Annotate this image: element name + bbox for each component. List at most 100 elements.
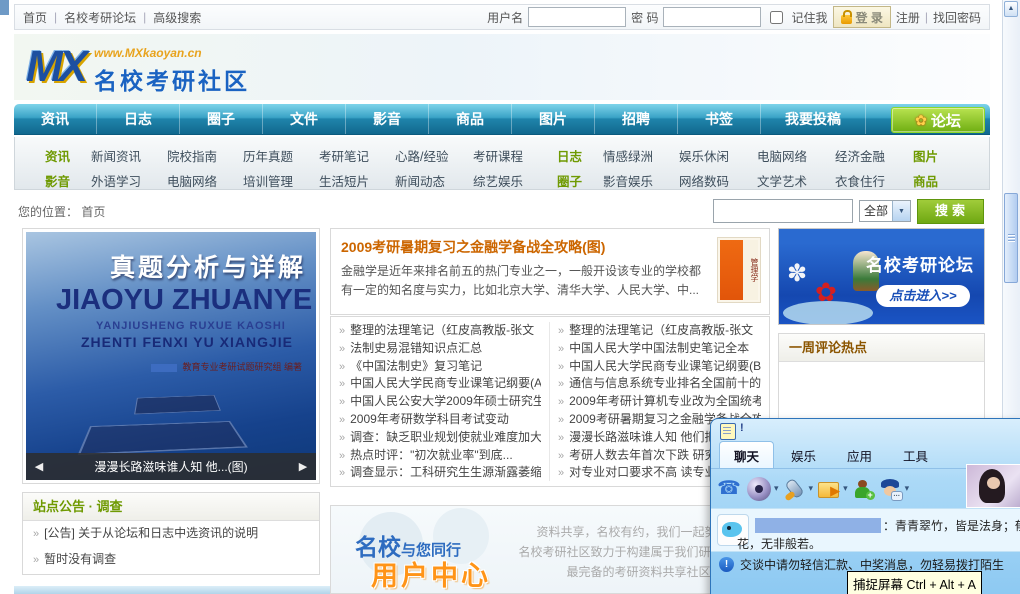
contact-photo[interactable]: [966, 464, 1020, 508]
register-link[interactable]: 注册: [896, 9, 920, 26]
news-link[interactable]: 通信与信息系统专业排名全国前十的: [569, 376, 761, 390]
voice-call-icon[interactable]: ☎: [717, 477, 741, 501]
password-input[interactable]: [663, 7, 762, 27]
tab-tools[interactable]: 工具: [889, 442, 942, 468]
subnav-link[interactable]: 文学艺术: [757, 171, 835, 190]
site-logo[interactable]: MX www.MXkaoyan.cn 名校考研社区: [26, 40, 250, 96]
news-link[interactable]: 中国人民公安大学2009年硕士研究生: [350, 394, 541, 408]
featured-article-title[interactable]: 2009考研暑期复习之金融学备战全攻略(图): [341, 237, 759, 257]
search-button[interactable]: 搜索: [917, 198, 984, 224]
topbar-link-forum[interactable]: 名校考研论坛: [64, 9, 136, 26]
user-center-banner[interactable]: 名校与您同行 用户中心 资料共享，名校有约，我们一起努力！ 名校考研社区致力于构…: [330, 505, 770, 594]
news-link[interactable]: 2009年考研数学科目考试变动: [350, 412, 509, 426]
subnav-link[interactable]: 影音娱乐: [603, 171, 679, 190]
slide-image-book-cover[interactable]: 真题分析与详解 JIAOYU ZHUANYE YANJIUSHENG RUXUE…: [26, 232, 316, 480]
news-link[interactable]: 《中国法制史》复习笔记: [350, 359, 482, 373]
subnav-link[interactable]: 心路/经验: [395, 146, 473, 165]
qq-show-icon[interactable]: …: [878, 477, 903, 501]
remember-me-checkbox[interactable]: [770, 10, 784, 24]
tab-entertainment[interactable]: 娱乐: [777, 442, 830, 468]
username-input[interactable]: [528, 7, 627, 27]
add-contact-icon[interactable]: +: [851, 477, 875, 501]
subnav-link[interactable]: 经济金融: [835, 146, 913, 165]
show-dropdown-caret[interactable]: ▾: [905, 483, 910, 494]
nav-item-jobs[interactable]: 招聘: [595, 104, 678, 134]
file-transfer-icon[interactable]: ▶: [816, 477, 840, 501]
search-input[interactable]: [713, 199, 853, 223]
forum-button[interactable]: ✿ 论坛: [891, 107, 985, 133]
subnav-link[interactable]: 综艺娱乐: [473, 171, 557, 190]
subnav-cat-news[interactable]: 资讯: [45, 146, 91, 165]
subnav-link[interactable]: 培训管理: [243, 171, 319, 190]
microphone-icon[interactable]: [782, 477, 806, 501]
subnav-link[interactable]: 考研课程: [473, 146, 557, 165]
news-link[interactable]: 整理的法理笔记（红皮高教版-张文: [350, 323, 534, 337]
nav-item-submit[interactable]: 我要投稿: [761, 104, 866, 134]
forum-ad-banner[interactable]: ✽ ✿ 名校考研论坛 点击进入>>: [778, 228, 985, 325]
list-item: » 整理的法理笔记（红皮高教版-张文: [339, 322, 541, 340]
tab-apps[interactable]: 应用: [833, 442, 886, 468]
slider-next-icon[interactable]: ▶: [290, 460, 316, 473]
tab-chat[interactable]: 聊天: [719, 441, 775, 468]
news-link[interactable]: 对专业对口要求不高 读专业: [569, 465, 716, 479]
video-dropdown-caret[interactable]: ▾: [774, 483, 779, 494]
news-link[interactable]: 考研人数去年首次下跌 研究: [569, 448, 716, 462]
subnav-link[interactable]: 衣食住行: [835, 171, 913, 190]
subnav-link[interactable]: 院校指南: [167, 146, 243, 165]
news-link[interactable]: 中国人民大学中国法制史笔记全本: [569, 341, 749, 355]
video-call-icon[interactable]: [747, 476, 771, 501]
slider-prev-icon[interactable]: ◀: [26, 460, 52, 473]
scrollbar-up-arrow[interactable]: ▲: [1004, 1, 1018, 17]
topbar-link-home[interactable]: 首页: [23, 9, 47, 26]
slider-caption-link[interactable]: 漫漫长路滋味谁人知 他...(图): [52, 458, 290, 475]
featured-book-thumbnail[interactable]: 管理学: [717, 237, 761, 303]
nav-item-blog[interactable]: 日志: [97, 104, 180, 134]
file-dropdown-caret[interactable]: ▾: [843, 483, 848, 494]
news-link[interactable]: 热点时评："初次就业率"到底...: [350, 448, 513, 462]
subnav-link[interactable]: 电脑网络: [167, 171, 243, 190]
subnav-link[interactable]: 历年真题: [243, 146, 319, 165]
subnav-link[interactable]: 电脑网络: [757, 146, 835, 165]
subnav-cat-media[interactable]: 影音: [45, 171, 91, 190]
news-link[interactable]: 2009年考研计算机专业改为全国统考: [569, 394, 761, 408]
subnav-link[interactable]: 娱乐休闲: [679, 146, 757, 165]
subnav-link[interactable]: 生活短片: [319, 171, 395, 190]
news-link[interactable]: 中国人民大学民商专业课笔记纲要(B): [569, 359, 761, 373]
subnav-link[interactable]: 新闻资讯: [91, 146, 167, 165]
image-slider: 真题分析与详解 JIAOYU ZHUANYE YANJIUSHENG RUXUE…: [22, 228, 320, 484]
announcement-link[interactable]: [公告] 关于从论坛和日志中选资讯的说明: [44, 526, 258, 540]
forgot-password-link[interactable]: 找回密码: [933, 9, 981, 26]
subnav-link[interactable]: 外语学习: [91, 171, 167, 190]
nav-item-files[interactable]: 文件: [263, 104, 346, 134]
topbar-link-advanced-search[interactable]: 高级搜索: [153, 9, 201, 26]
news-link[interactable]: 整理的法理笔记（红皮高教版-张文: [569, 323, 753, 337]
news-link[interactable]: 漫漫长路滋味谁人知 他们把: [569, 430, 716, 444]
scrollbar-thumb[interactable]: [1004, 193, 1018, 283]
login-button[interactable]: 登 录: [832, 6, 891, 28]
breadcrumb-home-link[interactable]: 首页: [81, 205, 105, 219]
news-link[interactable]: 调查：缺乏职业规划使就业难度加大: [350, 430, 541, 444]
subnav-link[interactable]: 情感绿洲: [603, 146, 679, 165]
news-link[interactable]: 法制史易混错知识点汇总: [350, 341, 482, 355]
announcement-link[interactable]: 暂时没有调查: [44, 552, 116, 566]
search-category-select[interactable]: 全部 ▼: [859, 200, 911, 222]
subnav-link[interactable]: 网络数码: [679, 171, 757, 190]
news-link[interactable]: 调查显示：工科研究生生源渐露萎缩: [350, 465, 541, 479]
mic-dropdown-caret[interactable]: ▾: [809, 483, 814, 494]
nav-item-goods[interactable]: 商品: [429, 104, 512, 134]
subnav-link[interactable]: 考研笔记: [319, 146, 395, 165]
subnav-cat-pics[interactable]: 图片: [913, 146, 959, 165]
forum-banner-enter-button[interactable]: 点击进入>>: [876, 285, 970, 307]
nav-item-bookmarks[interactable]: 书签: [678, 104, 761, 134]
subnav-cat-blog[interactable]: 日志: [557, 146, 603, 165]
nav-item-pics[interactable]: 图片: [512, 104, 595, 134]
nav-item-media[interactable]: 影音: [346, 104, 429, 134]
nav-item-groups[interactable]: 圈子: [180, 104, 263, 134]
subnav-cat-groups[interactable]: 圈子: [557, 171, 603, 190]
qq-window-titlebar[interactable]: !: [711, 419, 1020, 443]
chevron-down-icon[interactable]: ▼: [892, 201, 910, 221]
news-link[interactable]: 中国人民大学民商专业课笔记纲要(A): [350, 376, 541, 390]
nav-item-news[interactable]: 资讯: [14, 104, 97, 134]
subnav-link[interactable]: 新闻动态: [395, 171, 473, 190]
subnav-cat-goods[interactable]: 商品: [913, 171, 959, 190]
